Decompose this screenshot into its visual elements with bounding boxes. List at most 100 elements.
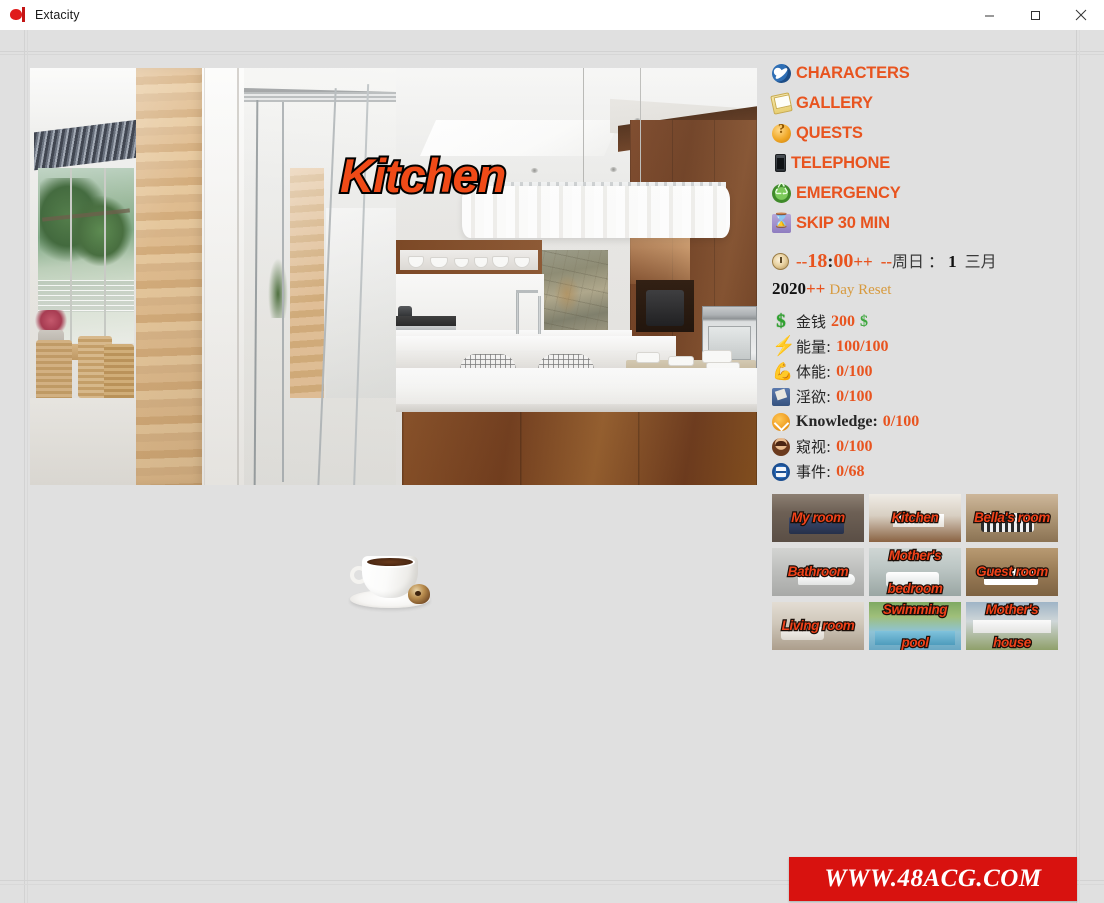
stat-value-peeping: 0/100	[836, 437, 873, 455]
stat-row-events: 事件: 0/68	[772, 459, 1072, 484]
room-label: Kitchen	[890, 510, 940, 526]
stat-label-fitness: 体能:	[796, 363, 832, 381]
stat-label-energy: 能量:	[796, 338, 832, 356]
day-increment-button[interactable]: ++	[806, 279, 825, 298]
menu-item-gallery[interactable]: GALLERY	[770, 88, 1072, 118]
events-icon	[772, 462, 790, 481]
stat-label-knowledge: Knowledge:	[796, 412, 878, 430]
room-button-bathroom[interactable]: Bathroom	[772, 548, 864, 596]
clock-icon	[772, 253, 789, 270]
room-navigation-grid: My room Kitchen Bella's room Bathroom Mo…	[772, 494, 1058, 650]
stat-row-peeping: 窥视: 0/100	[772, 434, 1072, 459]
dollar-icon: $	[776, 310, 786, 332]
client-area: Kitchen CHARACTERS GALLERY ? QUESTS TELE…	[0, 30, 1104, 903]
stat-value-lust: 0/100	[836, 387, 873, 405]
weekday-value: 周日	[892, 252, 925, 271]
room-label: Guest room	[975, 564, 1050, 580]
room-label: Swimming	[882, 602, 949, 617]
room-button-mothers-house[interactable]: Mother's house	[966, 602, 1058, 650]
menu-item-quests[interactable]: QUESTS	[772, 118, 1072, 148]
month-value: 三月	[964, 252, 997, 271]
menu-label-skip-30-min: SKIP 30 MIN	[796, 213, 890, 232]
room-label: Bathroom	[787, 564, 850, 580]
stat-row-energy: ⚡ 能量: 100/100	[772, 334, 1072, 359]
stat-value-money: 200	[831, 312, 856, 330]
maximize-button[interactable]	[1012, 0, 1058, 30]
stats-panel: $ 金钱 200 $ ⚡ 能量: 100/100 💪 体能: 0/100 淫欲:…	[772, 309, 1072, 484]
phone-icon	[775, 154, 786, 172]
frame-divider-left-2	[27, 30, 28, 903]
chocolate-detail	[415, 591, 421, 596]
close-button[interactable]	[1058, 0, 1104, 30]
room-label: Living room	[780, 618, 856, 634]
room-button-swimming-pool[interactable]: Swimming pool	[869, 602, 961, 650]
menu-item-telephone[interactable]: TELEPHONE	[772, 148, 1072, 178]
stat-value-knowledge: 0/100	[882, 412, 920, 430]
application-window: Extacity Kitchen CHARACTERS GALLERY ? QU…	[0, 0, 1104, 903]
day-decrement-button[interactable]: --	[881, 252, 892, 271]
room-label-wrapper: Mother's bedroom	[869, 548, 961, 596]
day-value: 1	[948, 252, 957, 271]
stat-row-lust: 淫欲: 0/100	[772, 384, 1072, 409]
room-button-kitchen[interactable]: Kitchen	[869, 494, 961, 542]
close-icon	[1075, 9, 1087, 21]
time-date-row: --18:00++ --周日 ： 1 三月 2020++ Day Reset	[772, 248, 1072, 303]
right-sidebar: CHARACTERS GALLERY QUESTS TELEPHONE EMER…	[769, 58, 1072, 650]
room-label: Bella's room	[973, 510, 1051, 526]
menu-item-skip-30-min[interactable]: SKIP 30 MIN	[772, 208, 1072, 238]
day-reset-button[interactable]: Day Reset	[829, 282, 891, 298]
scene-image[interactable]: Kitchen	[30, 68, 757, 485]
minimize-button[interactable]	[966, 0, 1012, 30]
hour-decrement-button[interactable]: --	[796, 252, 807, 271]
minute-value: 00	[833, 250, 854, 272]
room-label: Mother's	[985, 602, 1040, 617]
stat-row-fitness: 💪 体能: 0/100	[772, 359, 1072, 384]
item-coffee-cup[interactable]	[348, 546, 444, 616]
envelope-icon	[770, 91, 793, 115]
room-button-mothers-bedroom[interactable]: Mother's bedroom	[869, 548, 961, 596]
frame-divider-top-2	[0, 54, 1104, 55]
room-button-guest-room[interactable]: Guest room	[966, 548, 1058, 596]
room-label-line2: bedroom	[886, 580, 944, 596]
menu-label-gallery: GALLERY	[796, 93, 873, 112]
date-separator: ：	[928, 254, 945, 271]
stat-suffix-money: $	[860, 312, 869, 330]
face-icon	[772, 437, 790, 456]
room-button-bellas-room[interactable]: Bella's room	[966, 494, 1058, 542]
room-label-wrapper: Swimming pool	[869, 602, 961, 650]
frame-divider-right	[1076, 30, 1077, 903]
menu-label-telephone: TELEPHONE	[791, 153, 891, 172]
jeans-icon	[772, 387, 790, 406]
frame-divider-top	[0, 51, 1104, 52]
room-label-line2: pool	[900, 634, 930, 650]
menu-label-quests: QUESTS	[796, 123, 863, 142]
year-value: 2020	[772, 279, 806, 298]
menu-item-emergency[interactable]: EMERGENCY	[772, 178, 1072, 208]
stat-row-money: $ 金钱 200 $	[772, 309, 1072, 334]
coffee-surface	[365, 556, 415, 568]
question-mark-icon	[772, 122, 791, 143]
room-button-living-room[interactable]: Living room	[772, 602, 864, 650]
frame-divider-left	[24, 30, 25, 903]
muscle-icon: 💪	[772, 361, 794, 381]
menu-label-characters: CHARACTERS	[796, 63, 910, 82]
room-label-wrapper: Mother's house	[966, 602, 1058, 650]
title-bar: Extacity	[0, 0, 1104, 30]
menu-item-characters[interactable]: CHARACTERS	[769, 58, 1072, 88]
app-logo-icon	[9, 6, 27, 24]
stat-value-energy: 100/100	[836, 337, 889, 355]
menu-label-emergency: EMERGENCY	[796, 183, 901, 202]
stat-value-events: 0/68	[836, 462, 865, 480]
room-label: Mother's	[888, 548, 943, 563]
frame-divider-right-2	[1079, 30, 1080, 903]
stat-label-lust: 淫欲:	[796, 388, 832, 406]
watermark-text: WWW.48ACG.COM	[824, 865, 1042, 892]
stat-label-events: 事件:	[796, 463, 832, 481]
knowledge-icon	[772, 412, 790, 431]
hour-increment-button[interactable]: ++	[853, 252, 872, 271]
hour-value: 18	[807, 250, 828, 272]
stat-value-fitness: 0/100	[836, 362, 873, 380]
stat-label-money: 金钱	[796, 313, 827, 331]
stat-row-knowledge: Knowledge: 0/100	[772, 409, 1072, 434]
room-button-my-room[interactable]: My room	[772, 494, 864, 542]
